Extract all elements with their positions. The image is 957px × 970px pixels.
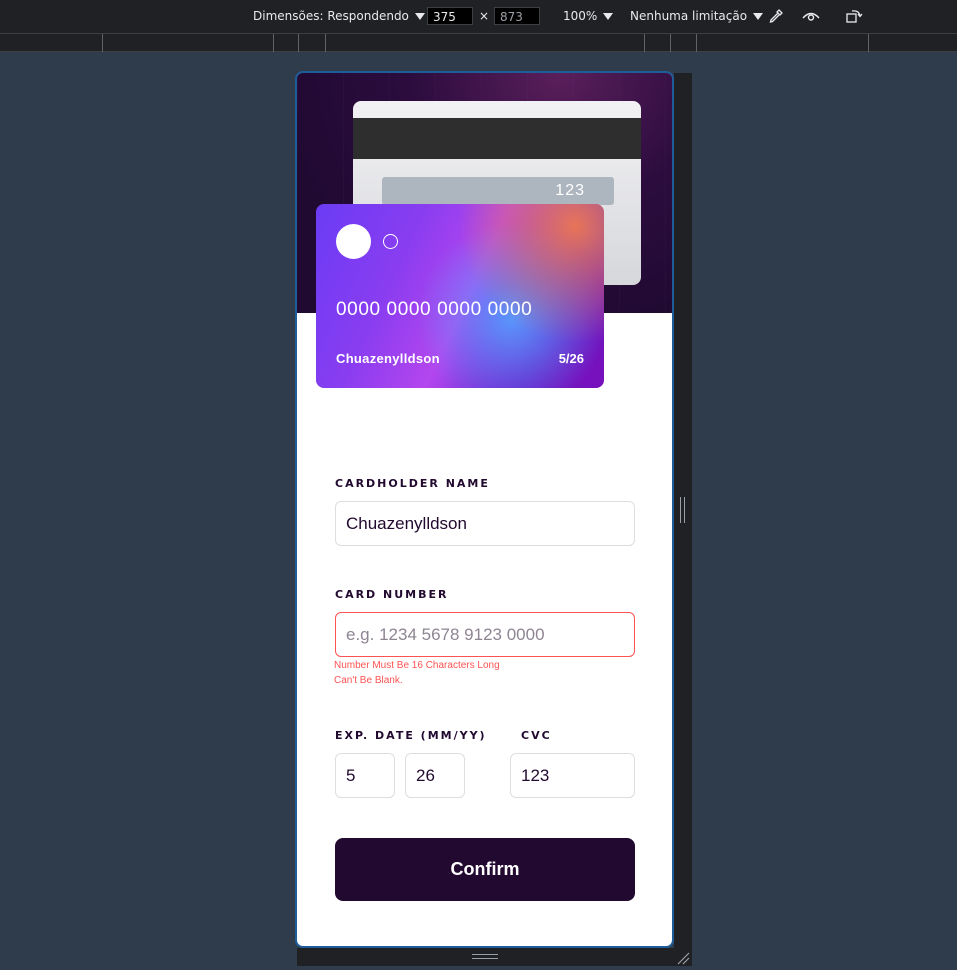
card-number-error-blank: Can't Be Blank. bbox=[334, 675, 403, 686]
card-number-input[interactable] bbox=[335, 612, 635, 657]
card-back-cvc: 123 bbox=[555, 182, 585, 199]
dimensions-dropdown[interactable]: Dimensões: Respondendo bbox=[253, 9, 425, 23]
zoom-dropdown[interactable]: 100% bbox=[563, 9, 614, 23]
ruler-tick bbox=[273, 34, 274, 52]
device-viewport: 123 0000 0000 0000 0000 Chuazenylldson 5… bbox=[297, 73, 672, 946]
cvc-label: CVC bbox=[521, 729, 552, 742]
ruler-tick bbox=[298, 34, 299, 52]
cardholder-label: CARDHOLDER NAME bbox=[335, 477, 490, 490]
chevron-down-icon bbox=[603, 12, 614, 20]
card-front: 0000 0000 0000 0000 Chuazenylldson 5/26 bbox=[316, 204, 604, 388]
vision-icon[interactable] bbox=[801, 6, 821, 26]
resize-corner-icon[interactable] bbox=[676, 950, 690, 965]
eyedropper-icon[interactable] bbox=[766, 6, 786, 26]
chevron-down-icon bbox=[414, 12, 425, 20]
ruler-tick bbox=[644, 34, 645, 52]
dimensions-label: Dimensões: Respondendo bbox=[253, 9, 409, 23]
grip-icon bbox=[680, 497, 685, 523]
card-holder-display: Chuazenylldson bbox=[336, 351, 440, 366]
height-input[interactable]: 873 bbox=[494, 7, 540, 25]
width-input[interactable]: 375 bbox=[427, 7, 473, 25]
cvc-input[interactable] bbox=[510, 753, 635, 798]
cardholder-name-input[interactable] bbox=[335, 501, 635, 546]
exp-date-label: EXP. DATE (MM/YY) bbox=[335, 729, 487, 742]
ruler-tick bbox=[670, 34, 671, 52]
ruler-tick bbox=[325, 34, 326, 52]
card-logo-ring-icon bbox=[383, 234, 398, 249]
throttling-dropdown[interactable]: Nenhuma limitação bbox=[630, 9, 764, 23]
card-number-display: 0000 0000 0000 0000 bbox=[336, 299, 533, 320]
grip-icon bbox=[472, 954, 498, 959]
throttling-label: Nenhuma limitação bbox=[630, 9, 748, 23]
ruler-tick bbox=[102, 34, 103, 52]
confirm-button[interactable]: Confirm bbox=[335, 838, 635, 901]
chevron-down-icon bbox=[753, 12, 764, 20]
ruler-tick bbox=[868, 34, 869, 52]
card-expiry-display: 5/26 bbox=[558, 351, 584, 366]
card-logo-circle-icon bbox=[336, 224, 371, 259]
times-symbol: × bbox=[479, 9, 490, 23]
exp-year-input[interactable] bbox=[405, 753, 465, 798]
device-ruler bbox=[0, 33, 957, 52]
exp-month-input[interactable] bbox=[335, 753, 395, 798]
card-number-label: CARD NUMBER bbox=[335, 588, 449, 601]
devtools-toolbar: Dimensões: Respondendo 375 × 873 100% Ne… bbox=[0, 0, 957, 33]
zoom-label: 100% bbox=[563, 9, 598, 23]
magnetic-stripe bbox=[353, 118, 641, 159]
signature-strip: 123 bbox=[382, 177, 614, 205]
ruler-tick bbox=[696, 34, 697, 52]
rotate-icon[interactable] bbox=[844, 6, 864, 26]
card-number-error-length: Number Must Be 16 Characters Long bbox=[334, 660, 500, 671]
